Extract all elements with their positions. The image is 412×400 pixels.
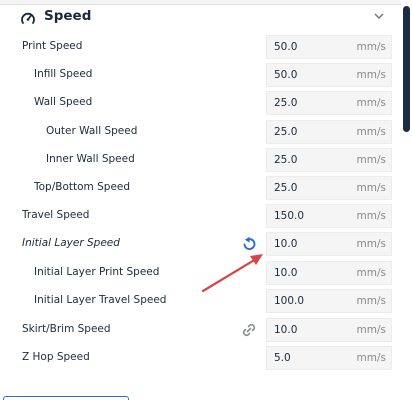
setting-label: Infill Speed [34, 68, 93, 80]
setting-label: Initial Layer Travel Speed [34, 294, 167, 306]
setting-row-travel-speed: Travel Speed 150.0 mm/s [0, 203, 401, 231]
setting-value: 50.0 [274, 69, 298, 81]
bottom-action-button[interactable] [3, 396, 129, 400]
setting-label: Print Speed [22, 40, 83, 52]
setting-value: 5.0 [274, 352, 291, 364]
setting-value: 25.0 [274, 126, 298, 138]
setting-label: Travel Speed [22, 209, 90, 221]
setting-value-field[interactable]: 10.0 mm/s [266, 232, 392, 256]
setting-value: 25.0 [274, 154, 298, 166]
setting-label: Wall Speed [34, 96, 93, 108]
setting-value-field[interactable]: 25.0 mm/s [266, 148, 392, 172]
setting-value-field[interactable]: 10.0 mm/s [266, 318, 392, 342]
setting-unit: mm/s [356, 324, 386, 336]
setting-value-field[interactable]: 10.0 mm/s [266, 261, 392, 285]
setting-value-field[interactable]: 5.0 mm/s [266, 346, 392, 370]
setting-label: Z Hop Speed [22, 351, 90, 363]
setting-unit: mm/s [356, 295, 386, 307]
setting-row-wall-speed: Wall Speed 25.0 mm/s [0, 90, 401, 118]
setting-value: 25.0 [274, 182, 298, 194]
setting-value: 10.0 [274, 324, 298, 336]
setting-unit: mm/s [356, 238, 386, 250]
link-icon[interactable] [240, 321, 258, 339]
setting-unit: mm/s [356, 97, 386, 109]
setting-row-infill-speed: Infill Speed 50.0 mm/s [0, 62, 401, 90]
setting-row-print-speed: Print Speed 50.0 mm/s [0, 34, 401, 62]
section-title: Speed [44, 8, 92, 24]
setting-label: Inner Wall Speed [46, 153, 135, 165]
reset-icon[interactable] [240, 235, 258, 253]
setting-row-z-hop-speed: Z Hop Speed 5.0 mm/s [0, 345, 401, 373]
setting-label: Initial Layer Speed [22, 237, 120, 249]
setting-unit: mm/s [356, 154, 386, 166]
setting-value-field[interactable]: 25.0 mm/s [266, 91, 392, 115]
setting-value: 150.0 [274, 210, 305, 222]
setting-value-field[interactable]: 100.0 mm/s [266, 289, 392, 313]
setting-value-field[interactable]: 50.0 mm/s [266, 35, 392, 59]
settings-panel: Speed Print Speed 50.0 mm/s Infill Speed… [0, 0, 401, 400]
setting-unit: mm/s [356, 267, 386, 279]
setting-label: Outer Wall Speed [46, 125, 138, 137]
setting-value: 50.0 [274, 41, 298, 53]
setting-unit: mm/s [356, 182, 386, 194]
setting-value-field[interactable]: 50.0 mm/s [266, 63, 392, 87]
speedometer-icon [21, 12, 35, 24]
setting-unit: mm/s [356, 352, 386, 364]
setting-row-initial-layer-travel-speed: Initial Layer Travel Speed 100.0 mm/s [0, 288, 401, 316]
setting-value: 100.0 [274, 295, 305, 307]
speed-section-header[interactable]: Speed [8, 5, 400, 33]
setting-row-inner-wall-speed: Inner Wall Speed 25.0 mm/s [0, 147, 401, 175]
setting-label: Initial Layer Print Speed [34, 266, 160, 278]
setting-row-outer-wall-speed: Outer Wall Speed 25.0 mm/s [0, 119, 401, 147]
setting-unit: mm/s [356, 126, 386, 138]
setting-row-initial-layer-print-speed: Initial Layer Print Speed 10.0 mm/s [0, 260, 401, 288]
setting-value-field[interactable]: 25.0 mm/s [266, 120, 392, 144]
vertical-scrollbar[interactable] [401, 0, 412, 400]
setting-row-initial-layer-speed: Initial Layer Speed 10.0 mm/s [0, 231, 401, 259]
setting-value-field[interactable]: 25.0 mm/s [266, 176, 392, 200]
setting-row-top-bottom-speed: Top/Bottom Speed 25.0 mm/s [0, 175, 401, 203]
setting-value: 25.0 [274, 97, 298, 109]
scroll-thumb[interactable] [403, 6, 410, 132]
setting-value-field[interactable]: 150.0 mm/s [266, 204, 392, 228]
setting-label: Top/Bottom Speed [34, 181, 131, 193]
setting-unit: mm/s [356, 69, 386, 81]
chevron-down-icon[interactable] [372, 9, 386, 23]
setting-value: 10.0 [274, 238, 298, 250]
setting-unit: mm/s [356, 210, 386, 222]
setting-label: Skirt/Brim Speed [22, 323, 111, 335]
setting-value: 10.0 [274, 267, 298, 279]
setting-unit: mm/s [356, 41, 386, 53]
setting-row-skirt-brim-speed: Skirt/Brim Speed 10.0 mm/s [0, 317, 401, 345]
